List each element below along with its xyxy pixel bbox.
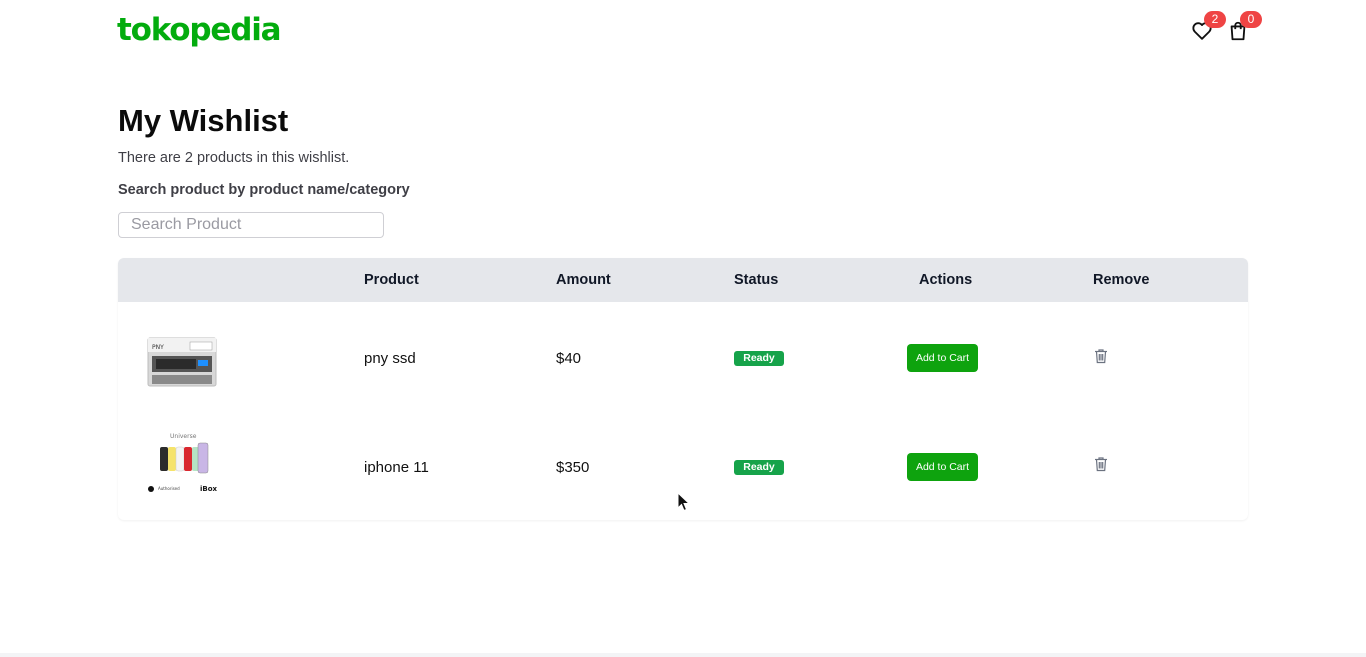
product-name: pny ssd [364, 350, 416, 367]
product-image: Universe Authorised iBox [146, 431, 218, 497]
product-amount: $350 [556, 459, 590, 476]
column-header-actions: Actions [919, 272, 973, 288]
top-navbar: tokopedia 2 0 [0, 0, 1366, 64]
column-header-remove: Remove [1093, 272, 1150, 288]
svg-text:PNY: PNY [152, 344, 164, 351]
wishlist-table: Product Amount Status Actions Remove PNY… [118, 258, 1248, 520]
svg-text:Universe: Universe [170, 433, 197, 440]
status-badge: Ready [734, 351, 784, 366]
product-amount: $40 [556, 350, 582, 367]
mouse-cursor [677, 491, 691, 512]
product-image: PNY [146, 328, 218, 394]
search-label: Search product by product name/category [118, 182, 410, 198]
svg-text:Authorised: Authorised [158, 486, 180, 491]
wishlist-summary: There are 2 products in this wishlist. [118, 150, 350, 166]
product-name: iphone 11 [364, 459, 429, 476]
cart-count-badge: 0 [1240, 11, 1262, 28]
wishlist-button[interactable]: 2 [1191, 11, 1226, 44]
column-header-product: Product [364, 272, 419, 288]
column-header-amount: Amount [556, 272, 611, 288]
page-title: My Wishlist [118, 103, 289, 138]
cart-button[interactable]: 0 [1227, 11, 1262, 44]
trash-icon[interactable] [1093, 348, 1109, 364]
add-to-cart-button[interactable]: Add to Cart [907, 344, 978, 372]
add-to-cart-button[interactable]: Add to Cart [907, 453, 978, 481]
svg-text:iBox: iBox [200, 485, 218, 493]
wishlist-count-badge: 2 [1204, 11, 1226, 28]
column-header-status: Status [734, 272, 779, 288]
table-row: PNY pny ssd $40 Ready Add to Cart [118, 302, 1248, 411]
search-input[interactable] [118, 212, 384, 238]
table-header: Product Amount Status Actions Remove [118, 258, 1248, 302]
trash-icon[interactable] [1093, 456, 1109, 472]
status-badge: Ready [734, 460, 784, 475]
page-bottom-divider [0, 653, 1366, 657]
tokopedia-logo[interactable]: tokopedia [117, 10, 282, 50]
